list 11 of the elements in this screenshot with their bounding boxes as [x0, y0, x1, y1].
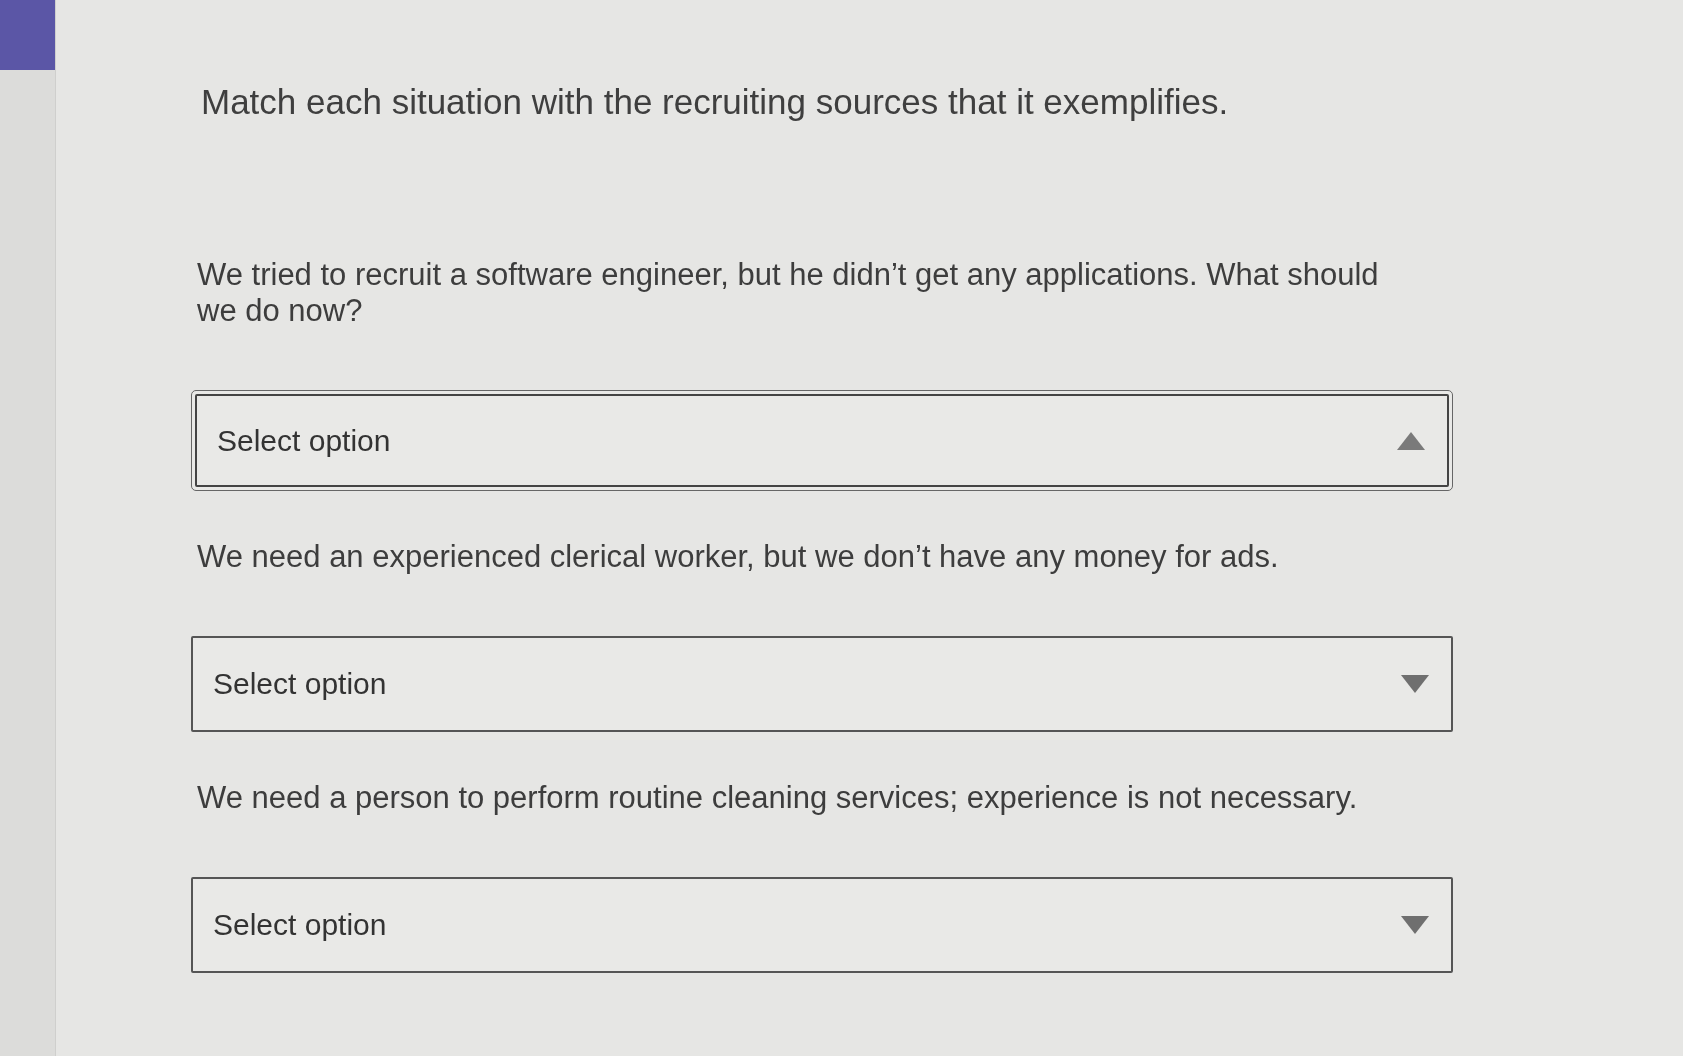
- triangle-down-icon: [1401, 675, 1429, 693]
- select-dropdown[interactable]: Select option: [191, 390, 1453, 491]
- select-dropdown[interactable]: Select option: [191, 877, 1453, 973]
- situation-text: We need an experienced clerical worker, but we don’t have any money for ads.: [197, 539, 1279, 575]
- situation-text: We tried to recruit a software engineer, but he didn’t get any applications. What should we do now?: [197, 257, 1380, 329]
- sidebar-highlight: [0, 0, 55, 70]
- select-dropdown[interactable]: Select option: [191, 636, 1453, 732]
- question-title: Match each situation with the recruiting sources that it exemplifies.: [201, 81, 1229, 123]
- situation-text: We need a person to perform routine cleaning services; experience is not necessary.: [197, 780, 1358, 816]
- triangle-up-icon: [1397, 431, 1425, 450]
- triangle-down-icon: [1401, 916, 1429, 934]
